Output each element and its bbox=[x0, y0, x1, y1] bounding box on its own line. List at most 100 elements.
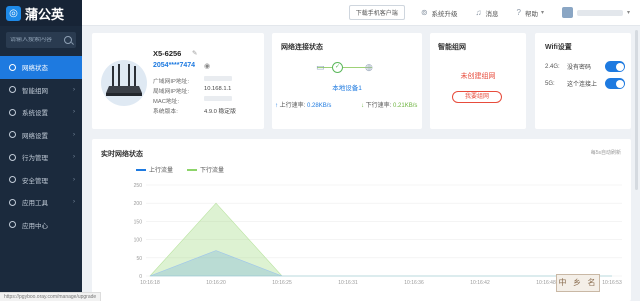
messages-button[interactable]: ♫ 消息 bbox=[476, 8, 499, 18]
sidebar-item-network-status[interactable]: 网络状态 bbox=[0, 56, 82, 79]
x-tick-label: 10:16:18 bbox=[140, 280, 160, 286]
network-icon bbox=[9, 63, 16, 71]
edit-icon[interactable]: ✎ bbox=[192, 49, 197, 57]
x-tick-label: 10:16:48 bbox=[536, 280, 556, 286]
connection-line bbox=[317, 67, 372, 68]
sidebar-item-label: 网络设置 bbox=[22, 132, 48, 140]
search-input[interactable] bbox=[10, 37, 64, 43]
legend-label: 上行流量 bbox=[149, 168, 174, 174]
y-tick-label: 200 bbox=[134, 201, 143, 207]
sidebar-item-label: 智能组网 bbox=[22, 87, 48, 95]
sidebar-item-network-settings[interactable]: 网络设置 › bbox=[0, 124, 82, 147]
eye-icon[interactable]: ◉ bbox=[204, 62, 210, 70]
mesh-icon bbox=[9, 86, 16, 94]
y-tick-label: 150 bbox=[134, 219, 143, 225]
app-logo[interactable]: ◎ 蒲公英 bbox=[0, 0, 82, 26]
upload-rate-value: 0.28KB/s bbox=[307, 103, 332, 109]
lan-ip-value: 10.168.1.1 bbox=[204, 86, 232, 92]
avatar[interactable] bbox=[561, 7, 573, 18]
sidebar-item-smart-network[interactable]: 智能组网 › bbox=[0, 79, 82, 102]
sidebar-item-behavior[interactable]: 行为管理 › bbox=[0, 146, 82, 169]
upload-rate: ↑ 上行速率: 0.28KB/s bbox=[275, 100, 331, 109]
sidebar-item-system-settings[interactable]: 系统设置 › bbox=[0, 101, 82, 124]
scrollbar[interactable] bbox=[635, 30, 638, 190]
firmware-value: 4.9.0 稳定版 bbox=[204, 109, 236, 115]
y-tick-label: 100 bbox=[134, 238, 143, 244]
logo-icon: ◎ bbox=[6, 5, 21, 21]
device-model: X5-6256 bbox=[153, 49, 182, 58]
arrow-down-icon: ↓ bbox=[361, 103, 364, 109]
y-tick-label: 50 bbox=[136, 256, 142, 262]
realtime-title: 实时网络状态 bbox=[101, 151, 143, 158]
legend-label: 下行流量 bbox=[200, 168, 225, 174]
sidebar-search bbox=[6, 32, 76, 48]
messages-label: 消息 bbox=[485, 10, 499, 18]
chevron-right-icon: › bbox=[73, 131, 75, 138]
wan-ip-value bbox=[204, 76, 232, 83]
chevron-down-icon: ▾ bbox=[540, 10, 544, 16]
user-name[interactable] bbox=[576, 9, 623, 16]
download-rate: ↓ 下行速率: 0.21KB/s bbox=[361, 100, 417, 109]
shield-icon bbox=[9, 176, 16, 184]
globe-icon: ◍ bbox=[365, 62, 373, 72]
check-icon: ✓ bbox=[332, 62, 343, 73]
logo-text: 蒲公英 bbox=[25, 6, 65, 22]
wifi-2g-toggle[interactable] bbox=[605, 61, 625, 72]
router-image bbox=[101, 60, 147, 106]
sidebar: ◎ 蒲公英 网络状态 智能组网 › 系统设置 › 网络设置 › 行为管理 › 安… bbox=[0, 0, 82, 301]
device-card: X5-6256 ✎ 2054****7474 ◉ 广域网IP地址: 局域网IP地… bbox=[92, 33, 264, 129]
download-rate-label: 下行速率: bbox=[365, 103, 392, 109]
system-upgrade-button[interactable]: ⊚ 系统升级 bbox=[421, 8, 458, 18]
wifi-5g-toggle[interactable] bbox=[605, 78, 625, 89]
wan-ip-label: 广域网IP地址: bbox=[153, 79, 190, 85]
chevron-right-icon: › bbox=[73, 154, 75, 161]
sidebar-item-security[interactable]: 安全管理 › bbox=[0, 169, 82, 192]
wifi-card: Wifi设置 2.4G: 没有密码 5G: 这个连接上 bbox=[535, 33, 631, 129]
download-app-button[interactable]: 下载手机客户端 bbox=[348, 5, 405, 20]
realtime-network-card: 实时网络状态 每5s自动刷新 上行流量 下行流量 0 50 100 150 200 250… bbox=[92, 139, 631, 301]
network-status-card: 网络连接状态 ▭ ✓ ◍ 本地设备1 ↑ 上行速率: 0.28KB/s ↓ 下行… bbox=[272, 33, 422, 129]
chevron-right-icon: › bbox=[73, 109, 75, 116]
traffic-chart: 05010015020025010:16:18 10:16:20 10:16:25 1… bbox=[134, 183, 622, 286]
sidebar-item-label: 应用工具 bbox=[22, 200, 48, 208]
lan-ip-label: 局域网IP地址: bbox=[153, 89, 190, 95]
smart-network-status: 未创建组网 bbox=[460, 73, 496, 80]
refresh-note[interactable]: 每5s自动刷新 bbox=[591, 149, 621, 156]
sidebar-item-label: 系统设置 bbox=[22, 110, 48, 118]
smart-network-card: 智能组网 未创建组网 我要组网 bbox=[430, 33, 526, 129]
sidebar-item-label: 行为管理 bbox=[22, 155, 48, 163]
laptop-icon: ▭ bbox=[316, 62, 325, 72]
smart-network-title: 智能组网 bbox=[438, 44, 466, 51]
mac-label: MAC地址: bbox=[153, 99, 180, 105]
upload-rate-label: 上行速率: bbox=[279, 103, 306, 109]
help-label: 帮助 bbox=[524, 10, 538, 18]
sidebar-item-app-center[interactable]: 应用中心 bbox=[0, 214, 82, 237]
x-tick-label: 10:16:20 bbox=[206, 280, 226, 286]
wifi-row-2g: 2.4G: 没有密码 bbox=[545, 61, 625, 72]
mac-value bbox=[204, 96, 232, 103]
sidebar-item-label: 安全管理 bbox=[22, 177, 48, 185]
top-bar: 下载手机客户端 ⊚ 系统升级 ♫ 消息 ? 帮助 ▾ ▾ bbox=[82, 0, 640, 26]
sidebar-item-tools[interactable]: 应用工具 › bbox=[0, 191, 82, 214]
create-network-button[interactable]: 我要组网 bbox=[452, 91, 502, 103]
chevron-down-icon[interactable]: ▾ bbox=[627, 9, 630, 16]
help-icon: ? bbox=[516, 8, 521, 17]
search-icon[interactable] bbox=[64, 36, 72, 44]
legend-download[interactable]: 下行流量 bbox=[187, 165, 224, 174]
legend-upload[interactable]: 上行流量 bbox=[136, 165, 173, 174]
behavior-icon bbox=[9, 153, 16, 161]
x-tick-label: 10:16:53 bbox=[602, 280, 622, 286]
help-button[interactable]: ? 帮助 ▾ bbox=[517, 8, 544, 18]
wifi-ssid: 没有密码 bbox=[567, 65, 592, 71]
sidebar-item-label: 网络状态 bbox=[22, 65, 48, 73]
apps-icon bbox=[9, 221, 16, 229]
chevron-right-icon: › bbox=[73, 176, 75, 183]
x-tick-label: 10:16:42 bbox=[470, 280, 490, 286]
download-rate-value: 0.21KB/s bbox=[393, 103, 418, 109]
local-device-label[interactable]: 本地设备1 bbox=[272, 82, 422, 92]
series-area-0 bbox=[149, 250, 612, 277]
wifi-row-5g: 5G: 这个连接上 bbox=[545, 78, 625, 89]
tools-icon bbox=[9, 198, 16, 206]
watermark-stamp: 中 乡 名 bbox=[556, 274, 600, 292]
arrow-up-icon: ↑ bbox=[275, 103, 278, 109]
